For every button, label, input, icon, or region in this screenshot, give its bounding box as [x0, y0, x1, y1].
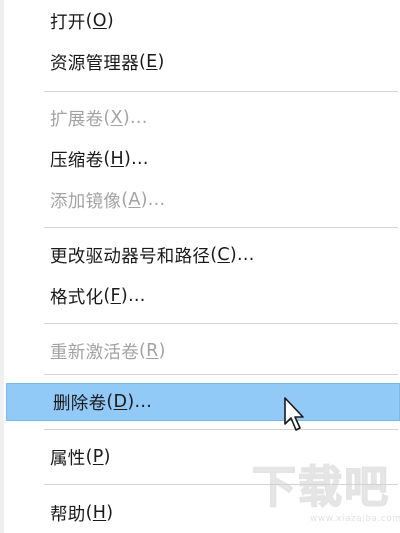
- menu-item-ellipsis: ...: [129, 108, 148, 128]
- menu-item-label: 资源管理器: [50, 53, 139, 74]
- watermark-text: 下载吧: [251, 461, 390, 514]
- menu-item-label: 属性: [50, 448, 86, 469]
- menu-separator: [44, 429, 398, 430]
- menu-item-open[interactable]: 打开(O): [4, 2, 398, 40]
- menu-item-label: 格式化: [50, 287, 104, 308]
- menu-separator: [44, 374, 398, 375]
- accelerator-key: H: [110, 149, 125, 169]
- menu-item-add-mirror: 添加镜像(A)...: [4, 181, 398, 219]
- accelerator-key: H: [92, 503, 107, 523]
- menu-item-explore[interactable]: 资源管理器(E): [4, 43, 398, 81]
- menu-separator: [44, 227, 398, 228]
- menu-item-shrink-volume[interactable]: 压缩卷(H)...: [4, 140, 398, 178]
- menu-item-ellipsis: ...: [237, 245, 255, 265]
- watermark-url: www.xiazaiba.com: [310, 514, 400, 524]
- accelerator-key: R: [146, 341, 159, 361]
- menu-item-extend-volume: 扩展卷(X)...: [4, 99, 398, 137]
- menu-item-label: 更改驱动器号和路径: [50, 246, 211, 267]
- menu-item-label: 添加镜像: [50, 191, 122, 212]
- menu-item-format[interactable]: 格式化(F)...: [4, 277, 398, 315]
- menu-item-label: 压缩卷: [50, 150, 104, 171]
- accelerator-key: F: [110, 286, 121, 306]
- accelerator-key: E: [146, 52, 158, 72]
- context-menu: 打开(O) 资源管理器(E) 扩展卷(X)... 压缩卷(H)... 添加镜像(…: [0, 0, 400, 533]
- menu-separator: [44, 323, 398, 324]
- accelerator-key: C: [217, 245, 230, 265]
- menu-item-ellipsis: ...: [147, 190, 166, 210]
- menu-item-ellipsis: ...: [128, 286, 146, 306]
- menu-item-reactivate-volume: 重新激活卷(R): [4, 332, 398, 370]
- accelerator-key: P: [92, 447, 104, 467]
- menu-item-change-drive-letter[interactable]: 更改驱动器号和路径(C)...: [4, 236, 398, 274]
- menu-item-label: 扩展卷: [50, 109, 104, 130]
- watermark-logo: 下载吧 www.xiazaiba.com: [251, 461, 400, 528]
- accelerator-key: O: [92, 11, 107, 31]
- mouse-pointer-icon: [284, 397, 304, 431]
- menu-item-label: 删除卷: [53, 393, 107, 414]
- menu-item-label: 帮助: [50, 504, 86, 525]
- menu-item-label: 打开: [50, 12, 86, 33]
- accelerator-key: X: [110, 108, 123, 128]
- menu-item-label: 重新激活卷: [50, 342, 139, 363]
- menu-item-delete-volume[interactable]: 删除卷(D)...: [6, 383, 400, 421]
- menu-separator: [44, 91, 398, 92]
- accelerator-key: D: [113, 392, 128, 412]
- accelerator-key: A: [128, 190, 141, 210]
- menu-item-ellipsis: ...: [131, 149, 149, 169]
- menu-item-ellipsis: ...: [134, 392, 153, 412]
